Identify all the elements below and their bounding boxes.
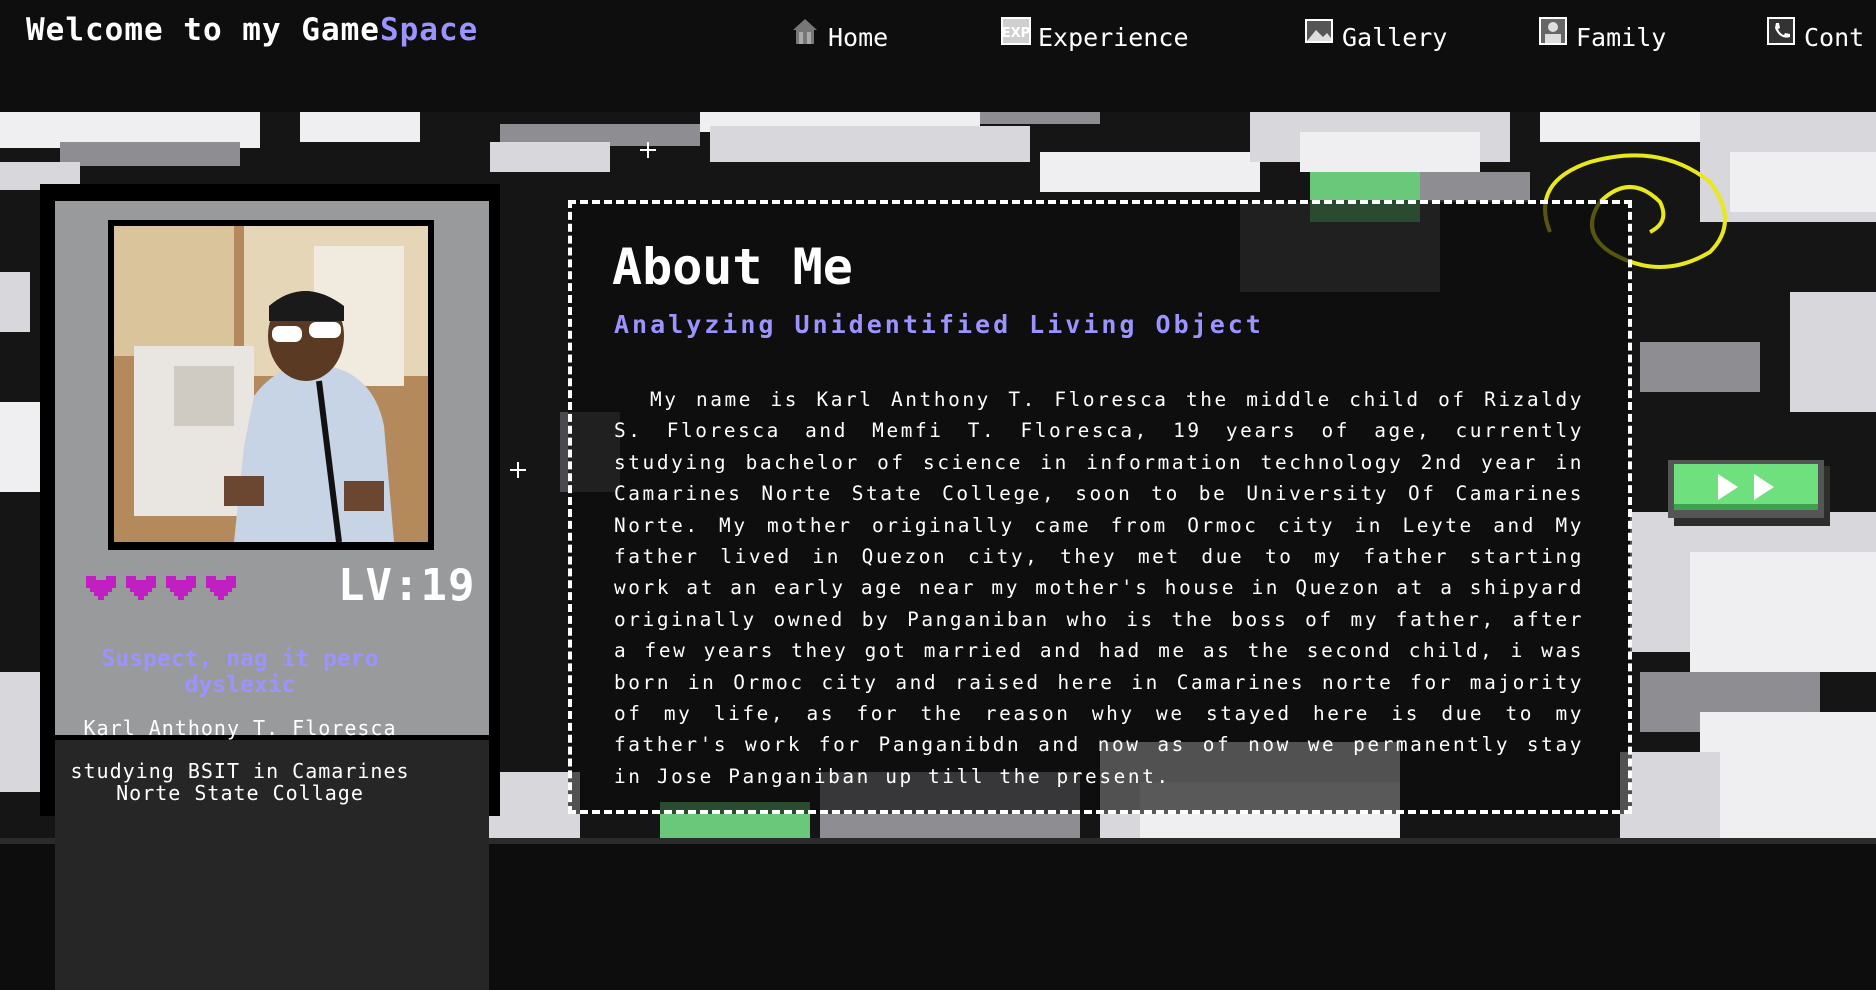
svg-text:EXP: EXP xyxy=(1002,26,1030,41)
next-button[interactable] xyxy=(1668,460,1836,530)
level-indicator: LV:19 xyxy=(338,560,476,611)
nav-contact-label: Cont xyxy=(1804,23,1865,52)
about-title: About Me xyxy=(612,238,853,296)
nav-contact[interactable]: Cont xyxy=(1766,17,1865,52)
exp-icon: EXP xyxy=(1000,16,1031,46)
profile-education: studying BSIT in Camarines Norte State C… xyxy=(70,759,410,805)
health-hearts xyxy=(82,572,240,604)
family-icon xyxy=(1538,16,1568,46)
top-bar: Welcome to my GameSpace Home EXP Experie… xyxy=(0,0,1876,112)
profile-name: Karl Anthony T. Floresca xyxy=(83,716,397,740)
site-title: Welcome to my GameSpace xyxy=(26,12,478,48)
profile-photo-frame xyxy=(108,220,434,550)
about-panel: About Me Analyzing Unidentified Living O… xyxy=(568,200,1632,814)
heart-icon xyxy=(166,576,196,600)
nav-home-label: Home xyxy=(828,23,889,52)
nav-experience[interactable]: EXP Experience xyxy=(1000,17,1189,52)
about-subtitle: Analyzing Unidentified Living Object xyxy=(614,310,1264,339)
nav-family[interactable]: Family xyxy=(1538,17,1667,52)
gallery-icon xyxy=(1304,16,1334,46)
nav-gallery-label: Gallery xyxy=(1342,23,1448,52)
nav-experience-label: Experience xyxy=(1038,23,1189,52)
nav-gallery[interactable]: Gallery xyxy=(1304,19,1448,52)
profile-status: Suspect, nag it pero dyslexic xyxy=(101,646,379,698)
nav-home[interactable]: Home xyxy=(790,19,889,52)
site-title-main: Welcome to my Game xyxy=(26,12,380,48)
site-title-accent: Space xyxy=(379,12,479,48)
nav-family-label: Family xyxy=(1576,23,1667,52)
heart-icon xyxy=(206,576,236,600)
phone-icon xyxy=(1766,16,1796,46)
profile-photo xyxy=(114,226,428,542)
heart-icon xyxy=(126,576,156,600)
about-body: My name is Karl Anthony T. Floresca the … xyxy=(614,388,1584,788)
double-arrow-right-icon xyxy=(1668,460,1830,526)
heart-icon xyxy=(86,576,116,600)
home-icon xyxy=(790,16,820,46)
